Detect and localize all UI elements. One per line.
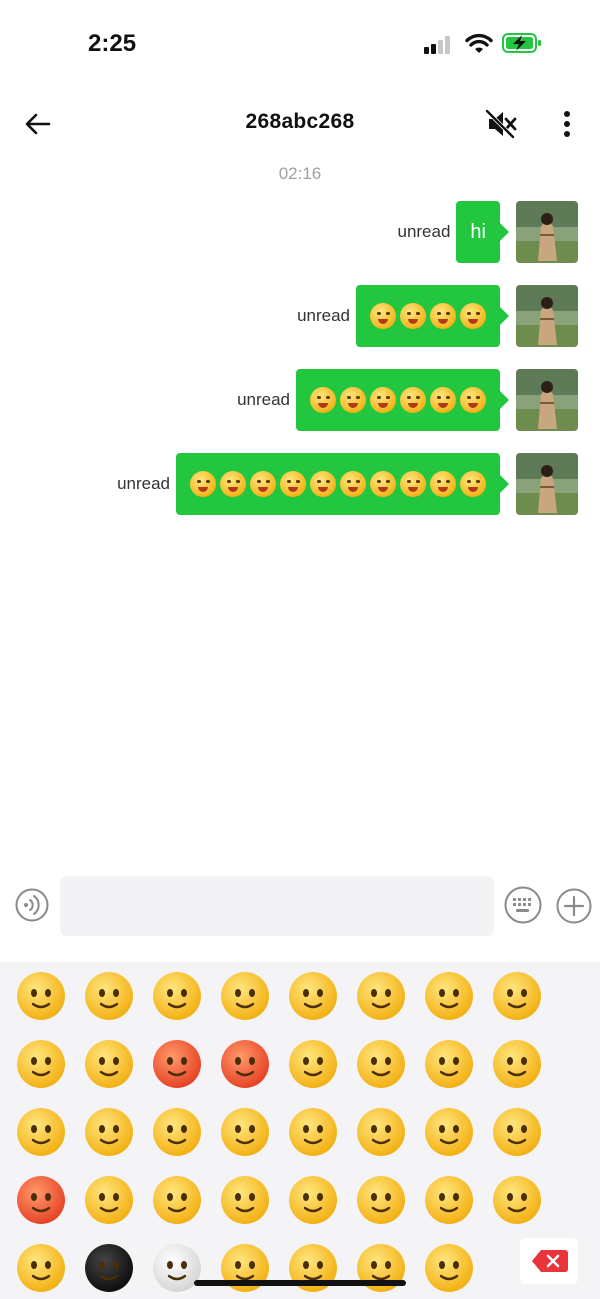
voice-icon[interactable] <box>15 888 49 922</box>
emoji-icon[interactable] <box>425 1108 473 1156</box>
emoji-icon <box>460 303 486 329</box>
emoji-icon[interactable] <box>493 1108 541 1156</box>
emoji-icon[interactable] <box>493 1040 541 1088</box>
emoji-icon[interactable] <box>153 1176 201 1224</box>
message-input-bar <box>0 872 600 938</box>
emoji-icon <box>430 471 456 497</box>
message-row: unread <box>297 285 578 347</box>
emoji-icon[interactable] <box>17 1176 65 1224</box>
emoji-icon <box>310 471 336 497</box>
battery-charging-icon <box>502 33 541 53</box>
backspace-icon <box>532 1250 568 1272</box>
emoji-icon[interactable] <box>289 1040 337 1088</box>
emoji-icon[interactable] <box>221 1176 269 1224</box>
emoji-icon[interactable] <box>289 972 337 1020</box>
cellular-signal-icon <box>424 34 456 54</box>
emoji-icon <box>430 303 456 329</box>
emoji-icon[interactable] <box>493 1176 541 1224</box>
emoji-icon[interactable] <box>221 1040 269 1088</box>
message-text: hi <box>470 220 486 243</box>
avatar[interactable] <box>516 201 578 263</box>
emoji-icon[interactable] <box>85 1176 133 1224</box>
status-time: 2:25 <box>88 30 137 57</box>
more-vertical-icon[interactable] <box>556 108 578 140</box>
wifi-icon <box>465 33 493 53</box>
read-status: unread <box>117 474 170 493</box>
emoji-icon[interactable] <box>17 972 65 1020</box>
emoji-icon[interactable] <box>17 1244 65 1292</box>
emoji-icon[interactable] <box>85 1244 133 1292</box>
emoji-bubble[interactable] <box>356 285 509 347</box>
emoji-icon[interactable] <box>357 972 405 1020</box>
avatar[interactable] <box>516 285 578 347</box>
emoji-icon <box>370 387 396 413</box>
emoji-icon[interactable] <box>425 972 473 1020</box>
emoji-icon[interactable] <box>425 1040 473 1088</box>
emoji-icon <box>340 387 366 413</box>
read-status: unread <box>237 390 290 409</box>
home-indicator <box>194 1280 406 1286</box>
keyboard-icon[interactable] <box>504 886 542 924</box>
emoji-icon <box>460 387 486 413</box>
emoji-icon <box>400 471 426 497</box>
emoji-bubble[interactable] <box>176 453 509 515</box>
emoji-bubble[interactable] <box>296 369 509 431</box>
message-input[interactable] <box>60 876 494 936</box>
emoji-icon <box>430 387 456 413</box>
emoji-icon[interactable] <box>153 972 201 1020</box>
emoji-icon[interactable] <box>493 972 541 1020</box>
emoji-icon[interactable] <box>425 1176 473 1224</box>
message-row: unread <box>117 453 578 515</box>
read-status: unread <box>297 306 350 325</box>
emoji-icon[interactable] <box>357 1176 405 1224</box>
emoji-icon <box>250 471 276 497</box>
avatar[interactable] <box>516 453 578 515</box>
emoji-icon[interactable] <box>221 972 269 1020</box>
emoji-icon[interactable] <box>357 1040 405 1088</box>
emoji-icon <box>190 471 216 497</box>
emoji-icon[interactable] <box>357 1108 405 1156</box>
emoji-icon <box>400 387 426 413</box>
speaker-muted-icon[interactable] <box>484 107 518 141</box>
emoji-icon[interactable] <box>17 1040 65 1088</box>
status-bar: 2:25 <box>0 0 600 90</box>
plus-icon[interactable] <box>556 888 592 924</box>
emoji-icon <box>370 471 396 497</box>
emoji-icon[interactable] <box>221 1108 269 1156</box>
emoji-icon[interactable] <box>17 1108 65 1156</box>
emoji-icon[interactable] <box>289 1108 337 1156</box>
emoji-icon[interactable] <box>85 1040 133 1088</box>
delete-button[interactable] <box>520 1238 578 1284</box>
emoji-icon <box>370 303 396 329</box>
message-row: unread hi <box>397 201 578 263</box>
emoji-icon[interactable] <box>289 1176 337 1224</box>
chat-header: 268abc268 <box>0 96 600 152</box>
avatar[interactable] <box>516 369 578 431</box>
emoji-icon[interactable] <box>153 1040 201 1088</box>
emoji-icon <box>340 471 366 497</box>
emoji-icon <box>400 303 426 329</box>
emoji-icon <box>310 387 336 413</box>
message-timestamp: 02:16 <box>278 164 322 183</box>
emoji-icon[interactable] <box>85 972 133 1020</box>
emoji-icon <box>280 471 306 497</box>
emoji-icon[interactable] <box>153 1108 201 1156</box>
read-status: unread <box>397 222 451 241</box>
emoji-icon <box>220 471 246 497</box>
message-row: unread <box>237 369 578 431</box>
text-bubble[interactable]: hi <box>456 201 509 263</box>
emoji-icon[interactable] <box>425 1244 473 1292</box>
emoji-icon[interactable] <box>85 1108 133 1156</box>
emoji-icon <box>460 471 486 497</box>
